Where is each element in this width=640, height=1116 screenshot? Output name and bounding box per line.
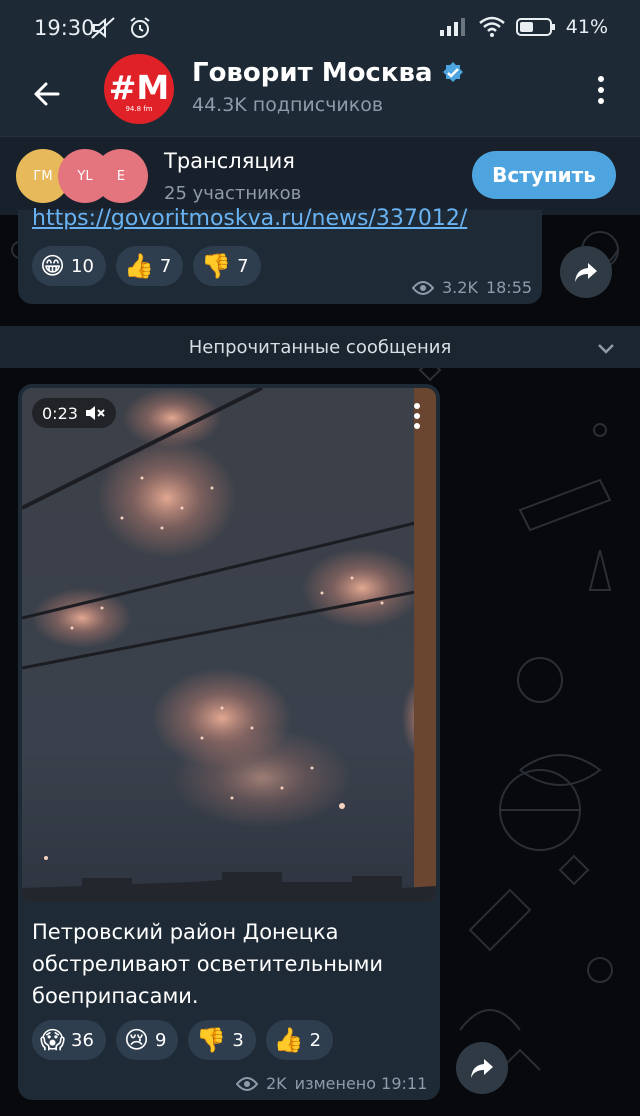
edited-time: изменено 19:11 [294,1074,428,1093]
wifi-icon [478,16,505,37]
reaction-count: 36 [71,1029,94,1051]
video-thumbnail [22,388,436,902]
participant-initials: ГМ [33,168,53,184]
participant-initials: E [116,168,126,184]
video-menu-button[interactable] [412,402,422,434]
kebab-icon [414,403,420,429]
live-broadcast-bar[interactable]: ГМ YL E Трансляция 25 участников Вступит… [0,136,640,215]
kebab-icon [598,76,604,104]
reactions-row: 😱 36 😢 9 👎 3 👍 2 [32,1020,334,1060]
avatar-logo: #M [108,67,170,107]
reaction-chip[interactable]: 😢 9 [115,1020,179,1060]
reaction-emoji: 😢 [123,1026,149,1054]
reaction-emoji: 👎 [201,252,232,280]
reaction-chip[interactable]: 👎 3 [188,1020,256,1060]
chevron-down-icon[interactable] [594,336,618,360]
video-duration: 0:23 [42,403,78,423]
signal-icon [439,18,465,36]
reaction-emoji: 😁 [40,252,66,280]
eye-icon [236,1076,258,1091]
reaction-count: 7 [159,255,172,277]
battery-icon [515,18,555,36]
channel-name: Говорит Москва [192,58,433,88]
status-bar: 19:30 41% [0,0,640,56]
share-icon [471,1059,493,1078]
reaction-chip[interactable]: 👍 7 [115,246,184,286]
unread-divider: Непрочитанные сообщения [0,326,640,368]
video-duration-badge: 0:23 [32,398,116,428]
status-time: 19:30 [34,16,95,40]
join-button[interactable]: Вступить [472,151,616,199]
reaction-emoji: 👍 [273,1026,304,1054]
alarm-icon [130,17,150,38]
message-bubble: 0:23 Петровский район Донецка обстрелива… [18,384,440,1100]
arrow-left-icon [34,82,60,106]
channel-avatar[interactable]: #M 94.8 fm [104,54,174,124]
subscriber-count: 44.3K подписчиков [192,94,384,116]
back-button[interactable] [28,74,68,114]
reaction-chip[interactable]: 👍 2 [265,1020,334,1060]
message-text: Петровский район Донецка обстреливают ос… [32,920,384,1008]
message-meta: 2K изменено 19:11 [236,1074,427,1093]
reaction-chip[interactable]: 😁 10 [32,246,106,286]
reactions-row: 😁 10 👍 7 👎 7 [32,246,261,286]
reaction-chip[interactable]: 😱 36 [32,1020,106,1060]
chat-header: #M 94.8 fm Говорит Москва 44.3K подписчи… [0,54,640,136]
reaction-emoji: 👍 [123,252,154,280]
participant-initials: YL [77,168,93,184]
reaction-chip[interactable]: 👎 7 [193,246,261,286]
reaction-emoji: 👎 [196,1026,227,1054]
message-time: 18:55 [485,278,533,297]
participant-count: 25 участников [164,183,302,204]
reaction-count: 7 [237,255,249,277]
live-title: Трансляция [164,149,295,173]
more-menu-button[interactable] [590,74,612,106]
video-player[interactable]: 0:23 [22,388,436,902]
eye-icon [412,280,434,295]
verified-icon [442,62,463,82]
view-count: 3.2K [442,278,478,297]
reaction-count: 9 [154,1029,167,1051]
message-bubble: https://govoritmoskva.ru/news/337012/ 😁 1… [18,206,542,304]
reaction-count: 3 [232,1029,244,1051]
participant-avatar: E [94,149,148,203]
news-link[interactable]: https://govoritmoskva.ru/news/337012/ [32,206,467,231]
message-meta: 3.2K 18:55 [412,278,532,297]
mute-icon [91,17,115,39]
unread-label: Непрочитанные сообщения [188,336,452,358]
channel-title[interactable]: Говорит Москва [192,58,465,88]
battery-percent: 41% [565,16,608,38]
share-icon [575,263,597,282]
muted-speaker-icon[interactable] [84,404,106,422]
avatar-freq: 94.8 fm [125,104,153,113]
share-button[interactable] [560,246,612,298]
share-button[interactable] [456,1042,508,1094]
view-count: 2K [266,1074,287,1093]
reaction-count: 2 [309,1029,322,1051]
reaction-emoji: 😱 [40,1026,66,1054]
reaction-count: 10 [71,255,94,277]
